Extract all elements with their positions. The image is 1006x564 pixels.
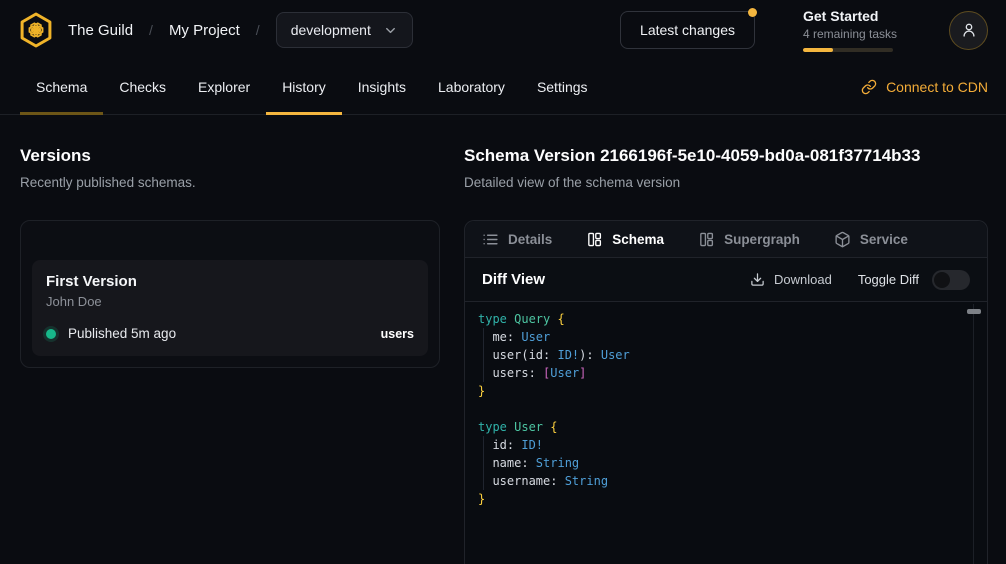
cube-icon — [834, 231, 851, 248]
tab-history[interactable]: History — [266, 60, 342, 114]
list-icon — [482, 231, 499, 248]
diff-view-title: Diff View — [482, 271, 545, 288]
main-nav: Schema Checks Explorer History Insights … — [0, 60, 1006, 115]
breadcrumb-project[interactable]: My Project — [169, 22, 240, 39]
user-avatar[interactable] — [949, 11, 988, 50]
tab-label: History — [282, 79, 326, 95]
cdn-link-label: Connect to CDN — [886, 79, 988, 95]
toggle-knob — [934, 272, 950, 288]
app-header: The Guild / My Project / development Lat… — [0, 0, 1006, 60]
version-detail-card: Details Schema Supergraph Service Diff V… — [464, 220, 988, 564]
tab-label: Settings — [537, 79, 588, 95]
get-started-progress-fill — [803, 48, 833, 52]
download-button[interactable]: Download — [750, 272, 832, 287]
tab-schema[interactable]: Schema — [20, 60, 103, 114]
detail-tab-service[interactable]: Service — [834, 231, 908, 248]
detail-tabs: Details Schema Supergraph Service — [465, 221, 987, 258]
target-selector-value: development — [291, 22, 371, 38]
version-detail-subtitle: Detailed view of the schema version — [464, 175, 988, 190]
tab-settings[interactable]: Settings — [521, 60, 604, 114]
diff-view-toolbar: Diff View Download Toggle Diff — [465, 258, 987, 302]
tab-label: Checks — [119, 79, 166, 95]
breadcrumb-org[interactable]: The Guild — [68, 22, 133, 39]
detail-tab-label: Schema — [612, 232, 664, 247]
columns-icon — [586, 231, 603, 248]
version-status-row: Published 5m ago users — [46, 326, 414, 341]
user-icon — [960, 21, 978, 39]
latest-changes-button[interactable]: Latest changes — [620, 11, 755, 49]
tab-laboratory[interactable]: Laboratory — [422, 60, 521, 114]
version-detail-panel: Schema Version 2166196f-5e10-4059-bd0a-0… — [464, 146, 988, 564]
connect-to-cdn-link[interactable]: Connect to CDN — [861, 79, 988, 95]
get-started-subtitle: 4 remaining tasks — [803, 27, 907, 41]
versions-subtitle: Recently published schemas. — [20, 175, 440, 190]
indent-guide — [483, 436, 484, 490]
breadcrumb: The Guild / My Project / development — [68, 12, 413, 48]
header-right-group: Latest changes Get Started 4 remaining t… — [620, 8, 988, 52]
tab-label: Explorer — [198, 79, 250, 95]
diff-view-actions: Download Toggle Diff — [750, 270, 970, 290]
download-label: Download — [774, 272, 832, 287]
code-scrollbar-thumb[interactable] — [967, 309, 981, 314]
link-icon — [861, 79, 877, 95]
get-started-widget[interactable]: Get Started 4 remaining tasks — [803, 8, 907, 52]
tab-label: Insights — [358, 79, 406, 95]
tab-checks[interactable]: Checks — [103, 60, 182, 114]
schema-code-viewer: type Query { me: User user(id: ID!): Use… — [465, 302, 987, 564]
toggle-diff-control: Toggle Diff — [858, 270, 970, 290]
version-list-item[interactable]: First Version John Doe Published 5m ago … — [32, 260, 428, 356]
notification-dot — [748, 8, 757, 17]
tab-insights[interactable]: Insights — [342, 60, 422, 114]
latest-changes-label: Latest changes — [640, 22, 735, 38]
service-badge: users — [381, 327, 414, 341]
version-name: First Version — [46, 273, 414, 290]
detail-tab-supergraph[interactable]: Supergraph — [698, 231, 800, 248]
breadcrumb-separator: / — [256, 22, 260, 38]
chevron-down-icon — [383, 23, 398, 38]
detail-tab-label: Supergraph — [724, 232, 800, 247]
tab-label: Laboratory — [438, 79, 505, 95]
detail-tab-label: Service — [860, 232, 908, 247]
download-icon — [750, 272, 765, 287]
tab-label: Schema — [36, 79, 87, 95]
versions-panel: Versions Recently published schemas. Fir… — [20, 146, 440, 564]
toggle-diff-label: Toggle Diff — [858, 272, 919, 287]
tab-explorer[interactable]: Explorer — [182, 60, 266, 114]
version-status: Published 5m ago — [68, 326, 176, 341]
breadcrumb-separator: / — [149, 22, 153, 38]
indent-guide — [483, 328, 484, 382]
hive-logo-icon[interactable] — [16, 10, 56, 50]
versions-title: Versions — [20, 146, 440, 166]
detail-tab-label: Details — [508, 232, 552, 247]
get-started-title: Get Started — [803, 8, 907, 24]
code-scrollbar-track — [973, 304, 974, 564]
target-selector-dropdown[interactable]: development — [276, 12, 413, 48]
detail-tab-schema[interactable]: Schema — [586, 231, 664, 248]
version-author: John Doe — [46, 294, 414, 309]
get-started-progress-bar — [803, 48, 893, 52]
code-block: type Query { me: User user(id: ID!): Use… — [478, 310, 987, 508]
versions-list: First Version John Doe Published 5m ago … — [20, 220, 440, 368]
main-content: Versions Recently published schemas. Fir… — [0, 115, 1006, 563]
columns-icon — [698, 231, 715, 248]
version-detail-title: Schema Version 2166196f-5e10-4059-bd0a-0… — [464, 146, 988, 166]
toggle-diff-switch[interactable] — [932, 270, 970, 290]
detail-tab-details[interactable]: Details — [482, 231, 552, 248]
published-status-dot — [46, 329, 56, 339]
